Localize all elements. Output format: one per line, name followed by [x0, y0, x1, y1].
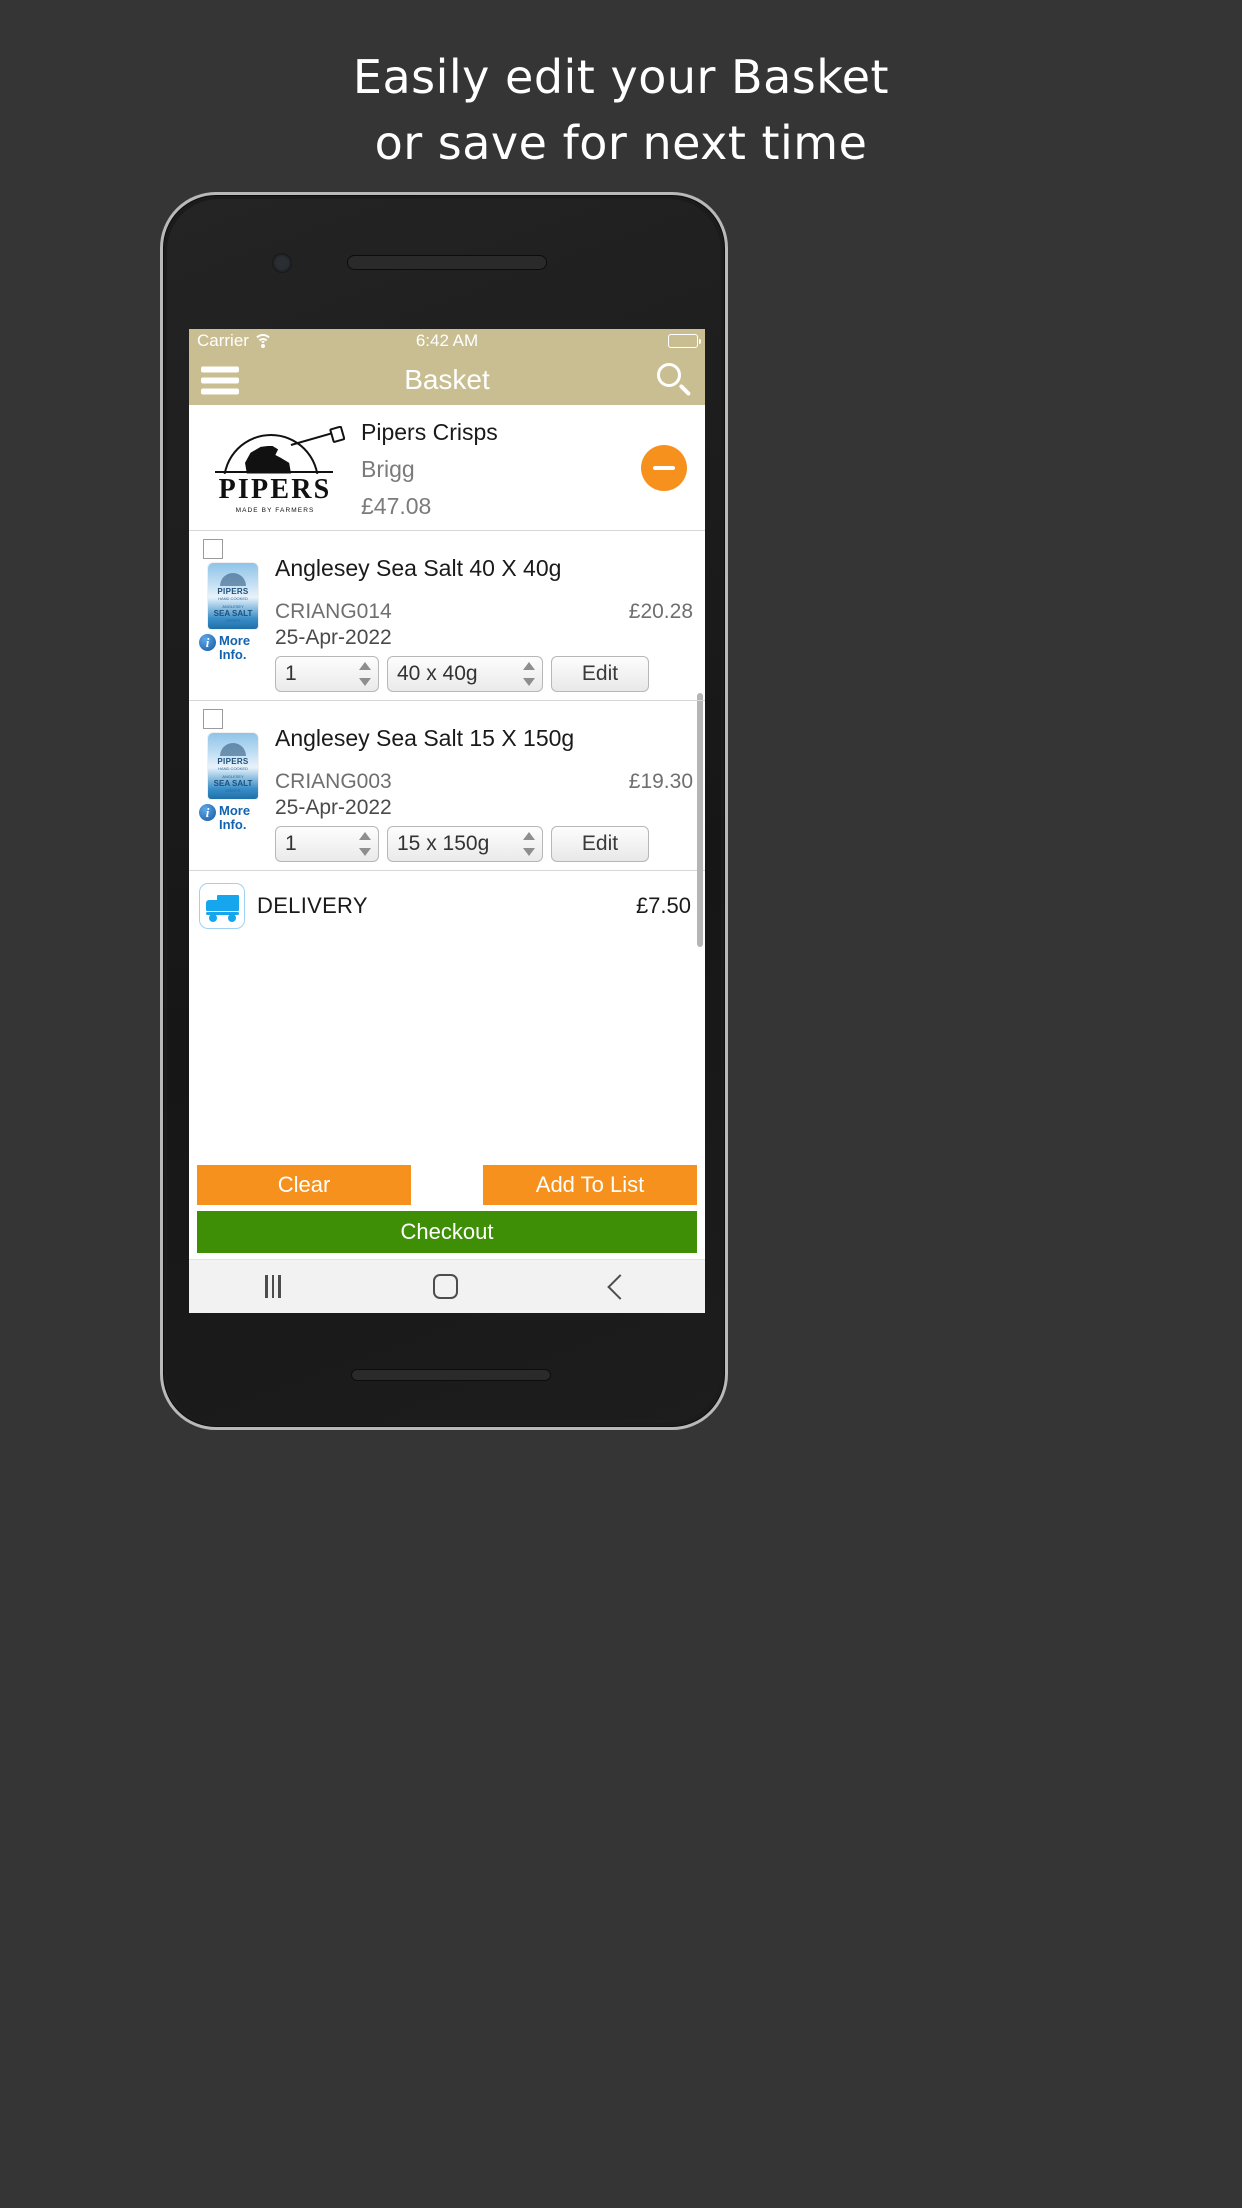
minus-icon	[653, 465, 675, 470]
app-screen: Carrier 6:42 AM Basket PIPERS MADE BY FA…	[189, 329, 705, 1313]
item-details: Anglesey Sea Salt 40 X 40g CRIANG014 25-…	[269, 539, 697, 692]
add-to-list-button[interactable]: Add To List	[483, 1165, 697, 1205]
promo-headline: Easily edit your Basket or save for next…	[0, 44, 1242, 176]
stepper-arrows-icon	[359, 832, 372, 856]
info-icon: i	[199, 804, 216, 821]
item-meta: CRIANG003 25-Apr-2022 £19.30	[275, 770, 697, 820]
vendor-logo-tagline: MADE BY FARMERS	[235, 506, 315, 514]
pack-sub1: HAND COOKED	[218, 596, 248, 601]
pipers-emblem-icon	[205, 426, 345, 478]
item-controls: 1 15 x 150g Edit	[275, 826, 697, 862]
item-checkbox[interactable]	[203, 539, 223, 559]
more-info-button[interactable]: i More Info.	[197, 634, 269, 662]
delivery-label: DELIVERY	[257, 893, 368, 918]
size-select[interactable]: 40 x 40g	[387, 656, 543, 692]
front-camera-icon	[272, 253, 292, 273]
item-code: CRIANG014	[275, 600, 392, 623]
quantity-value: 1	[285, 662, 297, 685]
item-left-column: PIPERS HAND COOKED ANGLESEY SEA SALT CRI…	[197, 539, 269, 692]
product-thumbnail: PIPERS HAND COOKED ANGLESEY SEA SALT CRI…	[208, 733, 258, 799]
stepper-arrows-icon	[359, 662, 372, 686]
page-title: Basket	[404, 364, 490, 395]
pack-sub3: CRISPS	[225, 788, 241, 793]
recents-icon[interactable]	[265, 1275, 281, 1298]
vendor-logo: PIPERS MADE BY FARMERS	[199, 426, 351, 514]
battery-icon	[668, 334, 701, 348]
action-button-row: Clear Add To List	[189, 1165, 705, 1205]
item-date: 25-Apr-2022	[275, 796, 392, 819]
pack-brand: PIPERS	[217, 757, 249, 766]
item-checkbox[interactable]	[203, 709, 223, 729]
item-details: Anglesey Sea Salt 15 X 150g CRIANG003 25…	[269, 709, 697, 862]
item-name: Anglesey Sea Salt 15 X 150g	[275, 725, 575, 751]
basket-item-row: PIPERS HAND COOKED ANGLESEY SEA SALT CRI…	[189, 530, 705, 700]
promo-headline-line2: or save for next time	[374, 116, 868, 170]
delivery-truck-icon	[199, 883, 245, 929]
pack-sub3: CRISPS	[225, 618, 241, 623]
pack-sub1: HAND COOKED	[218, 766, 248, 771]
phone-home-indicator	[351, 1369, 551, 1381]
phone-body: Carrier 6:42 AM Basket PIPERS MADE BY FA…	[167, 199, 721, 1423]
vendor-total: £47.08	[361, 493, 432, 519]
more-info-label-line2: Info.	[219, 647, 247, 662]
status-clock: 6:42 AM	[415, 331, 479, 350]
size-value: 40 x 40g	[397, 662, 478, 685]
android-navigation-bar	[189, 1259, 705, 1313]
search-icon[interactable]	[657, 363, 692, 397]
more-info-label-line1: More	[219, 803, 251, 818]
phone-mockup: Carrier 6:42 AM Basket PIPERS MADE BY FA…	[160, 192, 728, 1430]
select-arrows-icon	[523, 832, 536, 856]
size-value: 15 x 150g	[397, 832, 490, 855]
item-price: £19.30	[628, 770, 693, 793]
vendor-logo-word: PIPERS	[218, 473, 332, 505]
delivery-row: DELIVERY £7.50	[189, 870, 705, 941]
item-controls: 1 40 x 40g Edit	[275, 656, 697, 692]
item-code: CRIANG003	[275, 770, 392, 793]
item-meta: CRIANG014 25-Apr-2022 £20.28	[275, 600, 697, 650]
home-icon[interactable]	[433, 1274, 459, 1299]
edit-button[interactable]: Edit	[551, 826, 649, 862]
more-info-button[interactable]: i More Info.	[197, 804, 269, 832]
size-select[interactable]: 15 x 150g	[387, 826, 543, 862]
earpiece-speaker	[347, 255, 547, 270]
product-thumbnail: PIPERS HAND COOKED ANGLESEY SEA SALT CRI…	[208, 563, 258, 629]
quantity-value: 1	[285, 832, 297, 855]
item-left-column: PIPERS HAND COOKED ANGLESEY SEA SALT CRI…	[197, 709, 269, 862]
clear-button[interactable]: Clear	[197, 1165, 411, 1205]
back-icon[interactable]	[607, 1273, 633, 1300]
promo-headline-line1: Easily edit your Basket	[352, 50, 890, 104]
item-name: Anglesey Sea Salt 40 X 40g	[275, 555, 562, 581]
app-nav-bar: Basket	[189, 355, 705, 405]
quantity-stepper[interactable]: 1	[275, 656, 379, 692]
remove-vendor-button[interactable]	[641, 444, 687, 491]
info-icon: i	[199, 634, 216, 651]
pack-flavour: SEA SALT	[213, 779, 253, 788]
edit-button[interactable]: Edit	[551, 656, 649, 692]
status-bar: Carrier 6:42 AM	[189, 329, 705, 355]
delivery-price: £7.50	[635, 893, 691, 918]
vendor-name: Pipers Crisps	[361, 419, 498, 445]
more-info-label-line1: More	[219, 633, 251, 648]
pack-brand: PIPERS	[217, 587, 249, 596]
select-arrows-icon	[523, 662, 536, 686]
item-date: 25-Apr-2022	[275, 626, 392, 649]
more-info-label-line2: Info.	[219, 817, 247, 832]
checkout-button[interactable]: Checkout	[197, 1211, 697, 1253]
vendor-row: PIPERS MADE BY FARMERS Pipers Crisps Bri…	[189, 405, 705, 530]
basket-item-row: PIPERS HAND COOKED ANGLESEY SEA SALT CRI…	[189, 700, 705, 870]
promo-screenshot: Easily edit your Basket or save for next…	[0, 0, 1242, 2208]
item-price: £20.28	[628, 600, 693, 623]
pack-flavour: SEA SALT	[213, 609, 253, 618]
basket-content: PIPERS MADE BY FARMERS Pipers Crisps Bri…	[189, 405, 705, 1259]
quantity-stepper[interactable]: 1	[275, 826, 379, 862]
